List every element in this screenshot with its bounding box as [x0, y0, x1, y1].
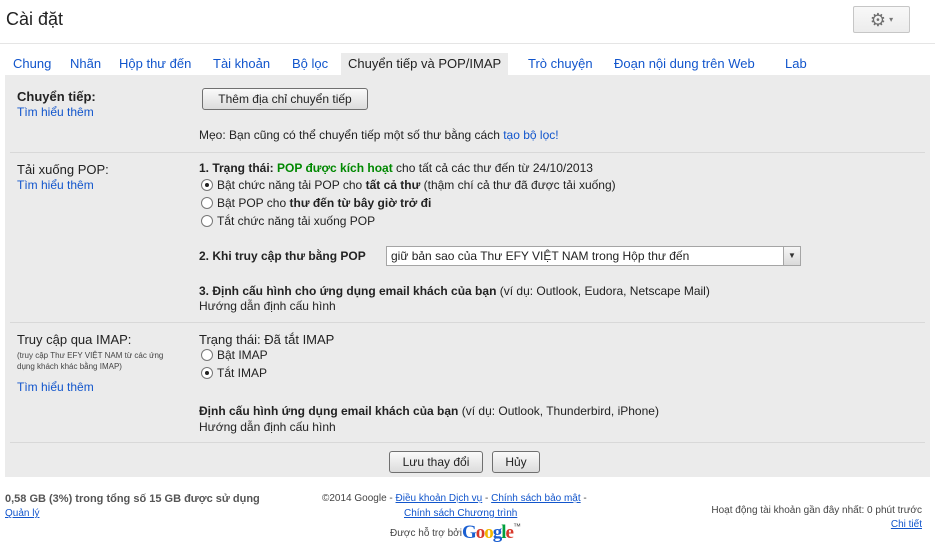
- pop-disable-radio[interactable]: Tắt chức năng tải xuống POP: [201, 214, 375, 228]
- gear-icon: ⚙: [869, 9, 887, 30]
- last-activity: Hoạt động tài khoản gần đây nhất: 0 phút…: [711, 505, 922, 516]
- radio-selected-icon: [201, 367, 213, 379]
- pop-enable-new-radio[interactable]: Bật POP cho thư đến từ bây giờ trở đi: [201, 196, 431, 210]
- imap-config-text: Định cấu hình ứng dụng email khách của b…: [199, 404, 659, 418]
- add-forwarding-address-button[interactable]: Thêm địa chỉ chuyển tiếp: [202, 88, 368, 110]
- imap-access-label: Truy cập qua IMAP:: [17, 332, 132, 347]
- imap-enable-radio[interactable]: Bật IMAP: [201, 348, 268, 362]
- pop-download-label: Tải xuống POP:: [17, 162, 109, 177]
- save-changes-button[interactable]: Lưu thay đổi: [389, 451, 483, 473]
- tab-labs[interactable]: Lab: [778, 53, 814, 75]
- section-divider: [10, 442, 925, 443]
- radio-selected-icon: [201, 179, 213, 191]
- chevron-down-icon: ▼: [783, 247, 800, 265]
- forwarding-tip: Mẹo: Bạn cũng có thể chuyển tiếp một số …: [199, 128, 559, 142]
- footer-links: ©2014 Google - Điều khoản Dịch vụ - Chín…: [322, 493, 587, 504]
- tab-web-clips[interactable]: Đoạn nội dung trên Web: [607, 53, 762, 75]
- page-title: Cài đặt: [6, 9, 64, 29]
- powered-by: Được hỗ trợ bởi Google ™: [390, 522, 521, 543]
- google-logo: Google: [461, 522, 514, 543]
- section-divider: [10, 152, 925, 153]
- tab-chat[interactable]: Trò chuyện: [521, 53, 600, 75]
- caret-down-icon: ▾: [889, 15, 894, 24]
- tab-forwarding-pop-imap[interactable]: Chuyển tiếp và POP/IMAP: [341, 53, 509, 75]
- settings-tabs: Chung Nhãn Hộp thư đến Tài khoản Bộ lọc …: [5, 53, 930, 75]
- tab-accounts[interactable]: Tài khoản: [206, 53, 277, 75]
- imap-status: Trạng thái: Đã tắt IMAP: [199, 332, 335, 347]
- header-divider: [0, 43, 935, 44]
- forwarding-label: Chuyển tiếp:: [17, 89, 96, 104]
- pop-status: 1. Trạng thái: POP được kích hoạt cho tấ…: [199, 161, 593, 175]
- imap-description: (truy cập Thư EFY VIỆT NAM từ các ứng dụ…: [17, 351, 164, 371]
- program-policy-link[interactable]: Chính sách Chương trình: [404, 508, 517, 519]
- radio-unselected-icon: [201, 215, 213, 227]
- imap-config-guide-link[interactable]: Hướng dẫn định cấu hình: [199, 420, 336, 434]
- pop-config-guide-link[interactable]: Hướng dẫn định cấu hình: [199, 299, 336, 313]
- forwarding-learn-more-link[interactable]: Tìm hiểu thêm: [17, 105, 94, 119]
- pop-enable-all-radio[interactable]: Bật chức năng tải POP cho tất cả thư (th…: [201, 178, 616, 192]
- pop-access-label: 2. Khi truy cập thư bằng POP: [199, 249, 366, 263]
- pop-status-value: POP được kích hoạt: [277, 161, 393, 175]
- imap-disable-radio[interactable]: Tắt IMAP: [201, 366, 267, 380]
- section-divider: [10, 322, 925, 323]
- pop-access-select[interactable]: giữ bản sao của Thư EFY VIỆT NAM trong H…: [386, 246, 801, 266]
- imap-learn-more-link[interactable]: Tìm hiểu thêm: [17, 380, 94, 394]
- settings-panel: Chuyển tiếp: Tìm hiểu thêm Thêm địa chỉ …: [5, 75, 930, 477]
- terms-link[interactable]: Điều khoản Dịch vụ: [396, 493, 483, 504]
- tab-labels[interactable]: Nhãn: [63, 53, 108, 75]
- settings-gear-button[interactable]: ⚙ ▾: [853, 6, 910, 33]
- tab-general[interactable]: Chung: [6, 53, 58, 75]
- tab-filters[interactable]: Bộ lọc: [285, 53, 335, 75]
- radio-unselected-icon: [201, 197, 213, 209]
- cancel-button[interactable]: Hủy: [492, 451, 540, 473]
- radio-unselected-icon: [201, 349, 213, 361]
- activity-details-link[interactable]: Chi tiết: [891, 519, 922, 530]
- pop-learn-more-link[interactable]: Tìm hiểu thêm: [17, 178, 94, 192]
- create-filter-link[interactable]: tạo bộ lọc!: [503, 128, 558, 142]
- tab-inbox[interactable]: Hộp thư đến: [112, 53, 198, 75]
- manage-storage-link[interactable]: Quản lý: [5, 508, 39, 519]
- privacy-link[interactable]: Chính sách bảo mật: [491, 493, 581, 504]
- footer: 0,58 GB (3%) trong tổng số 15 GB được sử…: [0, 488, 935, 549]
- storage-usage: 0,58 GB (3%) trong tổng số 15 GB được sử…: [5, 493, 260, 505]
- pop-config-text: 3. Định cấu hình cho ứng dụng email khác…: [199, 284, 710, 298]
